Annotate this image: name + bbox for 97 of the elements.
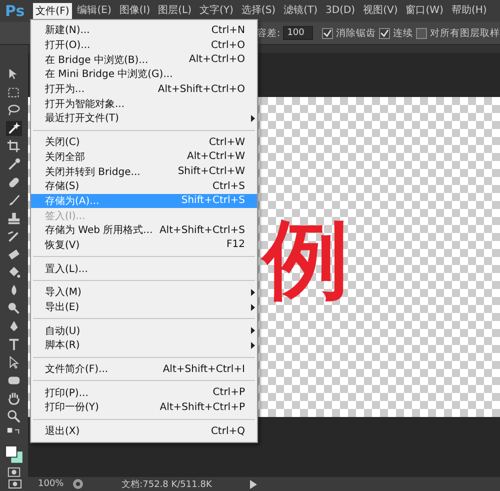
- menu-item-label: 存储为 Web 所用格式...: [45, 224, 154, 238]
- shortcut-label: Alt+Shift+Ctrl+I: [162, 364, 245, 375]
- checkbox[interactable]: [416, 28, 428, 38]
- menu-item-label: 导出(E): [45, 300, 80, 314]
- menu-item[interactable]: 编辑(E): [74, 4, 114, 18]
- quick-mask-icon[interactable]: [7, 466, 21, 478]
- menu-item-label: 新建(N)...: [45, 24, 91, 38]
- menu-item[interactable]: 打开为智能对象...: [31, 96, 257, 112]
- brush-lettering: 例: [263, 217, 349, 303]
- menu-item-label: 关闭全部: [45, 150, 86, 164]
- menu-item-label: 自动(U): [45, 324, 82, 338]
- color-swatches-icon[interactable]: [4, 445, 24, 464]
- menu-item[interactable]: 退出(X) Ctrl+Q: [31, 424, 257, 438]
- shortcut-label: Shift+Ctrl+W: [178, 166, 245, 178]
- eraser-icon[interactable]: [6, 247, 22, 262]
- menu-item[interactable]: 在 Bridge 中浏览(B)... Alt+Ctrl+O: [31, 52, 257, 68]
- menu-item-label: 最近打开文件(T): [45, 112, 120, 126]
- menu-item[interactable]: 在 Mini Bridge 中浏览(G)...: [31, 67, 257, 82]
- zoom-level[interactable]: 100%: [38, 479, 64, 489]
- menu-item[interactable]: 视图(V): [360, 4, 401, 18]
- menu-item[interactable]: 文字(Y): [196, 4, 236, 18]
- menu-item[interactable]: 打开为... Alt+Shift+Ctrl+O: [31, 82, 257, 96]
- shortcut-label: Ctrl+W: [208, 136, 245, 148]
- menu-item-label: 在 Mini Bridge 中浏览(G)...: [45, 68, 174, 82]
- menu-item-label: 关闭并转到 Bridge...: [45, 166, 142, 179]
- shortcut-label: Alt+Shift+Ctrl+O: [158, 84, 245, 95]
- shortcut-label: Alt+Shift+Ctrl+P: [160, 402, 245, 413]
- shortcut-label: Shift+Ctrl+S: [181, 195, 245, 206]
- menu-item-label: 在 Bridge 中浏览(B)...: [45, 54, 150, 67]
- checkbox-label: 对所有图层取样: [430, 26, 500, 40]
- shortcut-label: Alt+Shift+Ctrl+S: [159, 224, 245, 236]
- shortcut-label: Ctrl+Q: [210, 426, 245, 437]
- menu-item[interactable]: 3D(D): [322, 4, 358, 18]
- menu-item-label: 文件简介(F)...: [45, 362, 110, 376]
- menu-item[interactable]: 导入(M): [31, 285, 257, 300]
- menu-item[interactable]: 恢复(V) F12: [31, 238, 257, 252]
- menu-item[interactable]: 新建(N)... Ctrl+N: [31, 23, 257, 38]
- menu-item[interactable]: 滤镜(T): [280, 4, 320, 18]
- shortcut-label: Ctrl+N: [211, 24, 245, 36]
- menu-item-label: 退出(X): [45, 424, 81, 438]
- menu-item-label: 打开为智能对象...: [45, 98, 126, 111]
- tolerance-label: 容差:: [257, 26, 280, 40]
- menu-item[interactable]: 图层(L): [155, 4, 194, 18]
- hand-tool-icon[interactable]: [6, 391, 22, 406]
- shortcut-label: Ctrl+P: [212, 387, 245, 398]
- checkbox[interactable]: [322, 28, 334, 38]
- menu-item-label: 打开(O)...: [45, 38, 92, 52]
- menu-item-label: 关闭(C): [45, 136, 81, 150]
- checkbox-label: 消除锯齿: [336, 26, 376, 40]
- lasso-tool-icon[interactable]: [6, 103, 22, 118]
- shortcut-label: F12: [226, 239, 245, 250]
- menu-item[interactable]: 打印一份(Y) Alt+Shift+Ctrl+P: [31, 400, 257, 415]
- menu-item[interactable]: 自动(U): [31, 323, 257, 338]
- shortcut-label: Alt+Ctrl+O: [189, 54, 245, 66]
- dodge-tool-icon[interactable]: [6, 301, 22, 316]
- menu-item-label: 导入(M): [45, 286, 82, 300]
- menu-item[interactable]: 导出(E): [31, 300, 257, 314]
- menu-item[interactable]: 存储(S) Ctrl+S: [31, 178, 257, 194]
- menu-item[interactable]: 存储为 Web 所用格式... Alt+Shift+Ctrl+S: [31, 222, 257, 238]
- checkbox[interactable]: [379, 28, 390, 38]
- menu-item-label: 打印(P)...: [45, 386, 90, 400]
- shortcut-label: Alt+Ctrl+W: [187, 151, 245, 162]
- menu-item-label: 存储为(A)...: [45, 194, 100, 208]
- menu-item[interactable]: 帮助(H): [448, 4, 490, 18]
- menu-item[interactable]: 关闭(C) Ctrl+W: [31, 134, 257, 150]
- app-logo: Ps: [4, 2, 26, 20]
- play-arrow-icon[interactable]: [250, 480, 257, 488]
- menu-item-label: 恢复(V): [45, 238, 81, 252]
- eyedropper-icon[interactable]: [6, 157, 22, 172]
- menu-item[interactable]: 关闭全部 Alt+Ctrl+W: [31, 150, 257, 164]
- menu-item-label: 存储(S): [45, 180, 80, 194]
- menu-item[interactable]: 脚本(R): [31, 338, 257, 353]
- menu-item[interactable]: 最近打开文件(T): [31, 111, 257, 126]
- menu-item-label: 打开为...: [45, 82, 86, 96]
- menu-item-label: 置入(L)...: [45, 262, 89, 276]
- menu-item[interactable]: 置入(L)...: [31, 261, 257, 276]
- menu-item-label: 脚本(R): [45, 338, 81, 352]
- quick-mask-icon[interactable]: [8, 479, 22, 489]
- menu-item[interactable]: 打开(O)... Ctrl+O: [31, 38, 257, 52]
- menu-item-label: 签入(I)...: [45, 210, 86, 223]
- menu-item[interactable]: 关闭并转到 Bridge... Shift+Ctrl+W: [31, 164, 257, 179]
- document-size: 文档:752.8 K/511.8K: [120, 478, 213, 490]
- crop-tool-icon[interactable]: [6, 139, 22, 154]
- menu-item[interactable]: 打印(P)... Ctrl+P: [31, 385, 257, 400]
- menu-item-label: 打印一份(Y): [45, 400, 100, 414]
- zoom-icon[interactable]: [6, 409, 22, 424]
- tolerance-field[interactable]: 100: [283, 26, 314, 40]
- magic-wand-icon[interactable]: [6, 121, 22, 136]
- menu-item[interactable]: 图像(I): [116, 4, 154, 18]
- shortcut-label: Ctrl+S: [212, 180, 245, 192]
- menu-item[interactable]: 文件简介(F)... Alt+Shift+Ctrl+I: [31, 362, 257, 376]
- shortcut-label: Ctrl+O: [210, 40, 245, 51]
- menu-item[interactable]: 选择(S): [238, 4, 279, 18]
- stamp-icon[interactable]: [6, 211, 22, 226]
- menu-item[interactable]: 窗口(W): [402, 4, 446, 18]
- submenu-arrow-icon: [251, 114, 255, 122]
- checkbox-label: 连续: [393, 26, 414, 40]
